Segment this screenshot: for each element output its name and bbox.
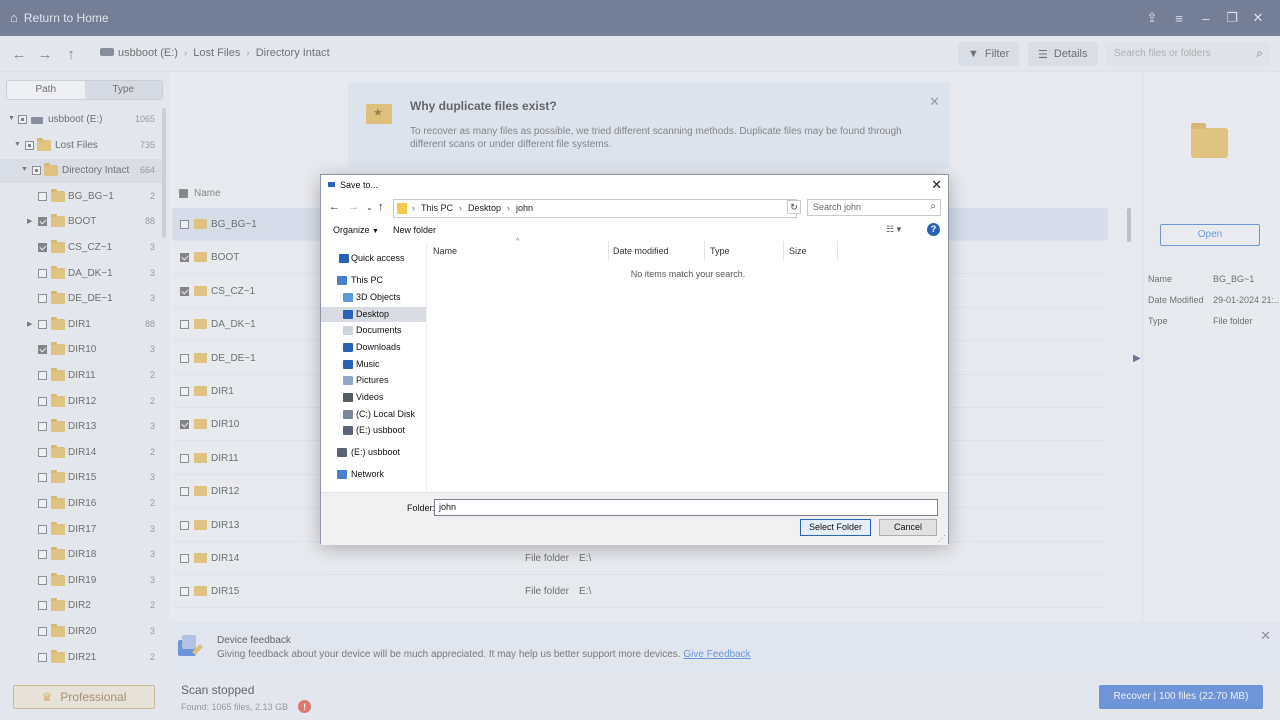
dialog-nav-item[interactable]: Music <box>321 357 426 372</box>
dialog-nav-label: (C:) Local Disk <box>356 409 416 419</box>
dialog-nav-label: Music <box>356 359 380 369</box>
folder-input[interactable]: john <box>434 499 938 516</box>
dialog-nav-item[interactable]: Downloads <box>321 340 426 355</box>
3d-objects-icon <box>343 293 353 302</box>
dialog-nav-label: 3D Objects <box>356 292 401 302</box>
dialog-title: Save to... <box>340 180 379 190</box>
new-folder-button[interactable]: New folder <box>393 225 436 235</box>
dialog-nav-item[interactable]: Pictures <box>321 373 426 388</box>
path-john[interactable]: john <box>516 203 533 213</box>
column-divider[interactable] <box>608 241 609 261</box>
videos-icon <box>343 393 353 402</box>
empty-message: No items match your search. <box>630 269 746 279</box>
address-bar[interactable]: › This PC › Desktop › john ⌄ <box>393 199 797 218</box>
path-separator: › <box>412 203 415 213</box>
col-type[interactable]: Type <box>710 246 730 256</box>
dialog-nav-label: Downloads <box>356 342 401 352</box>
cancel-button[interactable]: Cancel <box>879 519 937 536</box>
dialog-nav-item[interactable]: Quick access <box>321 251 426 266</box>
col-date-modified[interactable]: Date modified <box>613 246 669 256</box>
dialog-nav-item[interactable]: Network <box>321 467 426 482</box>
resize-grip-icon[interactable]: ⋰ <box>938 534 946 543</box>
back-icon[interactable]: ← <box>329 201 340 213</box>
dialog-nav-label: Videos <box>356 392 384 402</box>
dialog-search-input[interactable]: Search john ⌕ <box>807 199 941 216</box>
dialog-nav-label: Documents <box>356 325 402 335</box>
dialog-nav-item[interactable]: 3D Objects <box>321 290 426 305</box>
downloads-icon <box>343 343 353 352</box>
path-this-pc[interactable]: This PC <box>421 203 453 213</box>
sort-up-icon: ^ <box>516 238 520 245</box>
dialog-nav-label: (E:) usbboot <box>351 447 401 457</box>
dialog-nav-item[interactable]: Videos <box>321 390 426 405</box>
desktop-icon <box>343 310 353 319</box>
dialog-nav-item[interactable]: Documents <box>321 323 426 338</box>
dialog-nav-item[interactable]: (E:) usbboot <box>321 445 426 460</box>
dialog-nav-label: Network <box>351 469 385 479</box>
search-icon[interactable]: ⌕ <box>930 201 936 212</box>
save-to-dialog: Save to... ✕ ← → ⌄ ↑ › This PC › Desktop… <box>320 174 949 545</box>
forward-icon[interactable]: → <box>348 201 359 213</box>
select-folder-button[interactable]: Select Folder <box>800 519 871 536</box>
dialog-nav-pane: Quick access This PC 3D Objects Desktop Docu… <box>321 243 427 491</box>
path-separator: › <box>459 203 463 213</box>
dialog-nav-label: Pictures <box>356 375 389 385</box>
dialog-file-list: ^ Name Date modified Type Size No items … <box>428 238 948 491</box>
path-desktop[interactable]: Desktop <box>468 203 501 213</box>
chevron-down-icon: ▼ <box>372 228 379 235</box>
dialog-title-bar: Save to... ✕ <box>321 175 948 197</box>
column-divider[interactable] <box>704 241 705 261</box>
dialog-column-headers: ^ Name Date modified Type Size <box>428 238 948 261</box>
pictures-icon <box>343 376 353 385</box>
address-path: › This PC › Desktop › john <box>412 203 533 213</box>
music-icon <box>343 360 353 369</box>
dialog-nav-item[interactable]: This PC <box>321 273 426 288</box>
column-divider[interactable] <box>783 241 784 261</box>
dialog-app-icon <box>328 182 335 187</box>
documents-icon <box>343 326 353 335</box>
recent-locations-icon[interactable]: ⌄ <box>366 203 373 212</box>
refresh-icon[interactable]: ↻ <box>787 200 801 214</box>
column-divider[interactable] <box>837 241 838 261</box>
this-pc-icon <box>337 276 347 285</box>
dialog-toolbar: Organize ▼ New folder ☷ ▾ ? <box>321 221 948 241</box>
dialog-nav-label: This PC <box>351 275 384 285</box>
path-separator: › <box>507 203 511 213</box>
organize-menu[interactable]: Organize ▼ <box>333 225 379 235</box>
folder-label: Folder: <box>407 503 436 513</box>
close-icon[interactable]: ✕ <box>931 177 942 193</box>
usb-drive-icon <box>343 426 353 435</box>
help-icon[interactable]: ? <box>927 223 940 236</box>
col-size[interactable]: Size <box>789 246 807 256</box>
dialog-nav-item[interactable]: (E:) usbboot <box>321 423 426 438</box>
local-disk-icon <box>343 410 353 419</box>
dialog-search-placeholder: Search john <box>813 202 862 212</box>
dialog-nav-label: (E:) usbboot <box>356 425 406 435</box>
dialog-footer: Folder: john Select Folder Cancel ⋰ <box>321 492 948 545</box>
dialog-nav-label: Quick access <box>351 253 405 263</box>
usb-drive-icon <box>337 448 347 457</box>
col-name[interactable]: Name <box>433 246 457 256</box>
dialog-nav-item[interactable]: (C:) Local Disk <box>321 407 426 422</box>
dialog-nav-label: Desktop <box>356 309 390 319</box>
view-options-icon[interactable]: ☷ ▾ <box>886 224 901 235</box>
quick-access-icon <box>339 254 349 263</box>
network-icon <box>337 470 347 479</box>
up-icon[interactable]: ↑ <box>378 201 384 213</box>
folder-icon <box>397 203 407 214</box>
dialog-nav-item[interactable]: Desktop <box>321 307 426 322</box>
organize-label: Organize <box>333 225 370 235</box>
